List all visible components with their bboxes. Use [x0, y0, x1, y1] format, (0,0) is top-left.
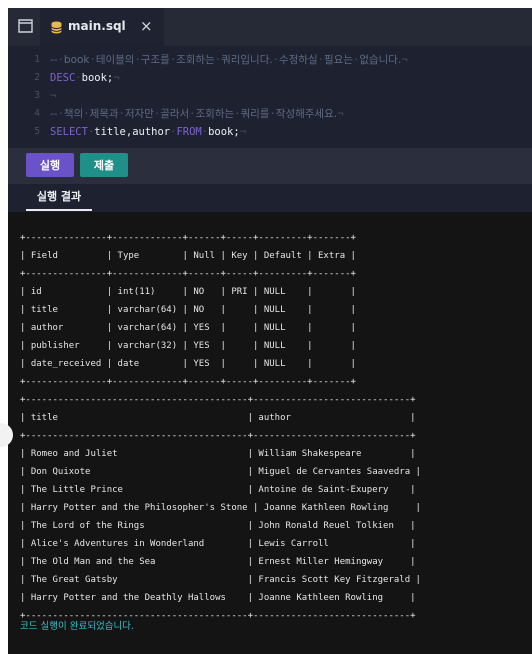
sql-keyword: DESC — [50, 72, 76, 84]
sql-comment: 책의 — [63, 108, 84, 120]
sql-comment: 쿼리입니다. — [221, 54, 273, 66]
code-editor[interactable]: 1 --·book·테이블의·구조를·조회하는·쿼리입니다.·수정하실·필요는·없… — [8, 46, 532, 148]
code-text: DESC·book;¬ — [50, 69, 120, 87]
whitespace-marker: ¬ — [401, 54, 408, 66]
line-number: 1 — [34, 54, 40, 65]
code-line[interactable]: 1 --·book·테이블의·구조를·조회하는·쿼리입니다.·수정하실·필요는·없… — [8, 51, 532, 69]
console-line: | title | varchar(64) | NO | | NULL | | — [20, 305, 356, 315]
tab-filename: main.sql — [68, 19, 126, 33]
console-line: | The Great Gatsby | Francis Scott Key F… — [20, 575, 421, 585]
files-icon[interactable] — [18, 19, 33, 33]
sql-comment: book — [63, 54, 90, 66]
console-line: +---------------------------------------… — [20, 611, 416, 621]
sql-comment: 구조를 — [140, 54, 170, 66]
sql-identifier: title,author — [94, 126, 171, 138]
line-number: 3 — [34, 90, 40, 101]
console-line: | The Old Man and the Sea | Ernest Mille… — [20, 557, 416, 567]
sql-comment: 조회하는 — [195, 108, 235, 120]
sql-comment: 필요는 — [324, 54, 353, 66]
sql-comment: 조회하는 — [176, 54, 215, 66]
sql-identifier: book; — [81, 72, 114, 84]
editor-tab-main-sql[interactable]: main.sql × — [40, 8, 164, 46]
sql-comment: 저자만 — [124, 108, 154, 120]
console-line: | id | int(11) | NO | PRI | NULL | | — [20, 287, 356, 297]
action-toolbar: 실행 제출 — [8, 148, 532, 184]
tab-bar: main.sql × — [8, 8, 532, 46]
sql-comment: 골라서 — [160, 108, 190, 120]
whitespace-marker: ¬ — [239, 126, 247, 138]
whitespace-marker: ¬ — [337, 108, 344, 120]
code-text: --·book·테이블의·구조를·조회하는·쿼리입니다.·수정하실·필요는·없습… — [50, 51, 408, 69]
sql-comment: 쿼리를 — [240, 108, 270, 120]
sql-comment: 테이블의 — [95, 54, 135, 66]
code-text: ¬ — [50, 87, 56, 105]
line-number: 2 — [34, 72, 40, 83]
console-line: | Don Quixote | Miguel de Cervantes Saav… — [20, 467, 421, 477]
tab-execution-result[interactable]: 실행 결과 — [26, 184, 92, 211]
whitespace-marker: ¬ — [113, 72, 120, 84]
console-line: | The Lord of the Rings | John Ronald Re… — [20, 521, 416, 531]
sql-comment: -- — [50, 54, 58, 66]
console-line: | Harry Potter and the Philosopher's Sto… — [20, 503, 421, 513]
code-line[interactable]: 5 SELECT·title,author·FROM·book;¬ — [8, 123, 532, 141]
console-line: | Alice's Adventures in Wonderland | Lew… — [20, 539, 416, 549]
console-line: | Harry Potter and the Deathly Hallows |… — [20, 593, 416, 603]
console-line: | publisher | varchar(32) | YES | | NULL… — [20, 341, 356, 351]
submit-button[interactable]: 제출 — [80, 153, 128, 177]
console-line: +---------------+-------------+------+--… — [20, 269, 356, 279]
console-line: | title | author | — [20, 413, 416, 423]
sql-keyword: SELECT — [50, 126, 88, 138]
console-line: | Field | Type | Null | Key | Default | … — [20, 251, 356, 261]
code-line[interactable]: 3 ¬ — [8, 87, 532, 105]
run-button[interactable]: 실행 — [26, 153, 74, 177]
sql-comment: 없습니다. — [359, 54, 402, 66]
close-icon[interactable]: × — [140, 17, 153, 35]
output-console: 코드 실행이 완료되었습니다. +---------------+-------… — [8, 212, 532, 654]
sql-keyword: FROM — [176, 126, 202, 138]
console-line: +---------------+-------------+------+--… — [20, 233, 356, 243]
code-text: SELECT·title,author·FROM·book;¬ — [50, 123, 246, 141]
console-line: | The Little Prince | Antoine de Saint-E… — [20, 485, 416, 495]
line-number: 4 — [34, 108, 40, 119]
code-line[interactable]: 2 DESC·book;¬ — [8, 69, 532, 87]
ide-window: main.sql × 1 --·book·테이블의·구조를·조회하는·쿼리입니다.… — [8, 8, 532, 654]
console-line: +---------------------------------------… — [20, 431, 416, 441]
console-line: +---------------+-------------+------+--… — [20, 377, 356, 387]
console-line: +---------------------------------------… — [20, 395, 416, 405]
code-text: --·책의·제목과·저자만·골라서·조회하는·쿼리를·작성해주세요.¬ — [50, 105, 343, 123]
sql-comment: 작성해주세요. — [275, 108, 338, 120]
code-line[interactable]: 4 --·책의·제목과·저자만·골라서·조회하는·쿼리를·작성해주세요.¬ — [8, 105, 532, 123]
sql-comment: 제목과 — [89, 108, 119, 120]
console-line: | Romeo and Juliet | William Shakespeare… — [20, 449, 416, 459]
console-line: | date_received | date | YES | | NULL | … — [20, 359, 356, 369]
database-icon — [51, 21, 62, 34]
sql-comment: -- — [50, 108, 58, 120]
sql-comment: 수정하실 — [279, 54, 318, 66]
whitespace-marker: ¬ — [50, 90, 57, 102]
sql-identifier: book; — [208, 126, 240, 138]
result-tab-bar: 실행 결과 — [8, 184, 532, 212]
console-line: | author | varchar(64) | YES | | NULL | … — [20, 323, 356, 333]
line-number: 5 — [34, 126, 40, 137]
